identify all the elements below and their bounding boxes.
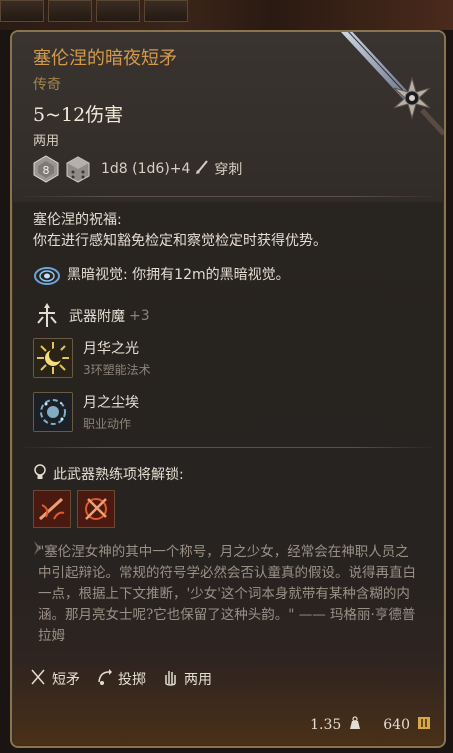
proficiency-label: 此武器熟练项将解锁: [53,467,184,483]
property-spear[interactable]: 短矛 [30,668,80,690]
damage-dice-row: 8 1d8 (1d6)+4 穿刺 [33,153,242,185]
inventory-slot[interactable] [96,0,140,22]
piercing-icon [196,160,209,178]
svg-text:8: 8 [43,164,50,177]
blessing-section: 塞伦涅的祝福: 你在进行感知豁免检定和察觉检定时获得优势。 [33,210,327,252]
property-label: 短矛 [52,672,80,688]
action-subtitle: 职业动作 [83,417,132,431]
gold-value: 640 [383,717,410,733]
action-item-moon-dust[interactable]: 月之尘埃 职业动作 [33,392,139,432]
damage-type: 穿刺 [214,162,243,178]
spear-icon [30,668,46,690]
inventory-slot[interactable] [144,0,188,22]
item-name: 塞伦涅的暗夜短矛 [33,48,177,69]
inventory-slot[interactable] [0,0,44,22]
blessing-description: 你在进行感知豁免检定和察觉检定时获得优势。 [33,233,327,249]
item-damage: 5~12伤害 [33,104,124,126]
enchant-row: 武器附魔 +3 [33,302,150,330]
enchant-icon [33,302,61,330]
weight-value: 1.35 [310,717,342,733]
dice-formula: 1d8 (1d6)+4 [101,161,191,177]
darkvision-text: 黑暗视觉: 你拥有12m的黑暗视觉。 [67,267,290,283]
property-thrown[interactable]: 投掷 [96,668,146,690]
lightbulb-icon [33,464,47,484]
moon-dust-icon [33,392,73,432]
item-tooltip: 塞伦涅的暗夜短矛 传奇 5~12伤害 两用 8 1d8 (1d6)+4 穿刺 塞… [10,30,446,748]
blessing-title: 塞伦涅的祝福: [33,212,122,228]
inventory-slot[interactable] [48,0,92,22]
action-name: 月之尘埃 [83,395,139,411]
background-inventory-strip [0,0,453,30]
action-subtitle: 3环塑能法术 [83,363,151,377]
item-footer: 1.35 640 [310,716,430,734]
proficiency-unlock-row: 此武器熟练项将解锁: [33,464,184,484]
property-label: 投掷 [118,672,146,688]
section-divider [18,447,438,448]
throw-icon [96,668,112,690]
piercing-strike-icon[interactable] [33,490,71,528]
item-rarity: 传奇 [33,77,61,93]
property-label: 两用 [184,672,212,688]
weight-icon [349,716,361,734]
flavor-text: "塞伦涅女神的其中一个称号，月之少女，经常会在神职人员之中引起辩论。常规的符号学… [38,544,416,644]
spear-weapon-art-icon [306,32,444,142]
d8-die-icon: 8 [33,155,59,183]
enchant-label: 武器附魔 [69,309,125,325]
weapon-properties: 短矛 投掷 两用 [30,668,220,690]
action-item-moonbeam[interactable]: 月华之光 3环塑能法术 [33,338,151,378]
action-name: 月华之光 [83,341,139,357]
proficiency-actions [33,490,115,528]
gold-icon [418,717,430,733]
darkvision-icon [33,260,61,288]
section-divider [18,196,438,197]
property-versatile[interactable]: 两用 [162,668,212,690]
weakening-strike-icon[interactable] [77,490,115,528]
item-handedness: 两用 [33,134,60,149]
d6-die-icon [65,155,91,183]
moonbeam-icon [33,338,73,378]
darkvision-row[interactable]: 黑暗视觉: 你拥有12m的黑暗视觉。 [33,260,290,288]
hand-icon [162,668,178,690]
enchant-bonus: +3 [129,308,150,324]
